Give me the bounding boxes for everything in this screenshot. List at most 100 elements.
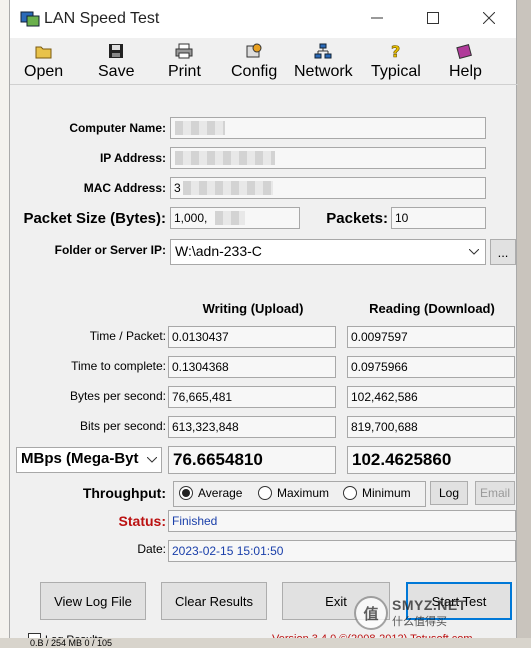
computer-name-label: Computer Name:: [69, 121, 166, 135]
toolbar-config-button[interactable]: Config: [231, 42, 277, 81]
toolbar-print-label: Print: [168, 63, 201, 80]
redacted-blur: [175, 121, 225, 135]
unit-select-value: MBps (Mega-Byt: [21, 450, 139, 467]
time-packet-read: 0.0097597: [347, 326, 515, 348]
date-field: 2023-02-15 15:01:50: [168, 540, 516, 562]
folder-select[interactable]: W:\adn-233-C: [170, 239, 486, 265]
toolbar-config-label: Config: [231, 63, 278, 80]
app-window: LAN Speed Test Open Save Print Config Ne…: [9, 0, 518, 648]
toolbar-print-button[interactable]: Print: [168, 42, 201, 81]
ip-address-label: IP Address:: [99, 151, 166, 165]
toolbar-typical-label: Typical: [371, 63, 421, 80]
toolbar-open-button[interactable]: Open: [24, 42, 63, 81]
watermark-subtext: 什么值得买: [392, 616, 447, 628]
taskbar-strip: 0.B / 254 MB 0 / 105: [0, 638, 531, 648]
radio-maximum-label: Maximum: [277, 486, 330, 500]
toolbar-help-label: Help: [449, 63, 482, 80]
radio-average-label: Average: [198, 486, 243, 500]
main-panel: Computer Name: IP Address: MAC Address: …: [10, 84, 518, 648]
redacted-blur: [215, 211, 245, 225]
time-complete-label: Time to complete:: [71, 359, 166, 373]
svg-text:?: ?: [391, 43, 400, 59]
packet-size-label: Packet Size (Bytes):: [23, 210, 166, 227]
status-label: Status:: [118, 513, 166, 529]
redacted-blur: [183, 181, 273, 195]
packet-size-value: 1,000,: [174, 211, 208, 225]
reading-header: Reading (Download): [369, 301, 495, 316]
packet-size-field[interactable]: 1,000,: [170, 207, 300, 229]
printer-icon: [175, 42, 193, 60]
date-label: Date:: [137, 542, 166, 556]
mac-address-label: MAC Address:: [83, 181, 166, 195]
bytes-per-second-read: 102,462,586: [347, 386, 515, 408]
radio-selected-icon: [179, 486, 193, 500]
toolbar-network-label: Network: [294, 63, 353, 80]
radio-unselected-icon: [343, 486, 357, 500]
close-icon: [483, 12, 495, 24]
time-complete-read: 0.0975966: [347, 356, 515, 378]
chevron-down-icon: [147, 457, 157, 463]
mac-address-value: 3: [174, 181, 181, 195]
folder-value: W:\adn-233-C: [175, 243, 262, 259]
bottom-left-text: 0.B / 254 MB 0 / 105: [30, 638, 113, 648]
packets-label: Packets:: [326, 210, 388, 227]
log-button[interactable]: Log: [430, 481, 468, 505]
maximize-button[interactable]: [410, 4, 456, 32]
bits-per-second-read: 819,700,688: [347, 416, 515, 438]
minimize-button[interactable]: [354, 4, 400, 32]
toolbar-save-button[interactable]: Save: [98, 42, 134, 81]
throughput-label: Throughput:: [82, 485, 166, 501]
time-complete-write: 0.1304368: [168, 356, 336, 378]
read-throughput-value: 102.4625860: [347, 446, 515, 474]
bits-per-second-write: 613,323,848: [168, 416, 336, 438]
watermark: 值 SMYZ.NET 什么值得买: [354, 596, 467, 630]
toolbar-save-label: Save: [98, 63, 135, 80]
close-button[interactable]: [466, 4, 512, 32]
help-book-icon: [456, 42, 474, 60]
network-icon: [314, 42, 332, 60]
time-packet-write: 0.0130437: [168, 326, 336, 348]
floppy-disk-icon: [107, 42, 125, 60]
write-throughput-value: 76.6654810: [168, 446, 336, 474]
minimize-icon: [371, 17, 383, 19]
maximize-icon: [427, 12, 439, 24]
radio-unselected-icon: [258, 486, 272, 500]
mac-address-field[interactable]: 3: [170, 177, 486, 199]
toolbar-typical-button[interactable]: ? Typical: [371, 42, 421, 81]
folder-label: Folder or Server IP:: [54, 243, 166, 257]
toolbar: Open Save Print Config Network ? Typical…: [10, 38, 516, 84]
view-log-button[interactable]: View Log File: [40, 582, 146, 620]
redacted-blur: [175, 151, 275, 165]
time-packet-label: Time / Packet:: [89, 329, 166, 343]
background-right: [517, 0, 531, 648]
window-title: LAN Speed Test: [44, 10, 160, 27]
chevron-down-icon: [469, 249, 479, 255]
unit-select[interactable]: MBps (Mega-Byt: [16, 447, 162, 473]
email-button[interactable]: Email: [475, 481, 515, 505]
browse-button[interactable]: ...: [490, 239, 516, 265]
bytes-per-second-write: 76,665,481: [168, 386, 336, 408]
computer-name-field[interactable]: [170, 117, 486, 139]
radio-average[interactable]: Average: [179, 486, 242, 500]
app-icon: [20, 11, 40, 27]
status-field: Finished: [168, 510, 516, 532]
radio-maximum[interactable]: Maximum: [258, 486, 329, 500]
toolbar-network-button[interactable]: Network: [294, 42, 353, 81]
bits-per-second-label: Bits per second:: [79, 419, 166, 433]
toolbar-open-label: Open: [24, 63, 64, 80]
watermark-text: SMYZ.NET: [392, 597, 467, 613]
config-icon: [245, 42, 263, 60]
ip-address-field[interactable]: [170, 147, 486, 169]
clear-results-button[interactable]: Clear Results: [161, 582, 267, 620]
writing-header: Writing (Upload): [202, 301, 304, 316]
packets-field[interactable]: 10: [391, 207, 486, 229]
question-icon: ?: [387, 42, 405, 60]
radio-minimum[interactable]: Minimum: [343, 486, 411, 500]
watermark-logo-text: 值: [363, 605, 379, 623]
watermark-logo: 值: [354, 596, 388, 630]
radio-minimum-label: Minimum: [362, 486, 411, 500]
folder-open-icon: [35, 42, 53, 60]
bytes-per-second-label: Bytes per second:: [69, 389, 166, 403]
toolbar-help-button[interactable]: Help: [449, 42, 482, 81]
title-bar: LAN Speed Test: [10, 0, 516, 38]
